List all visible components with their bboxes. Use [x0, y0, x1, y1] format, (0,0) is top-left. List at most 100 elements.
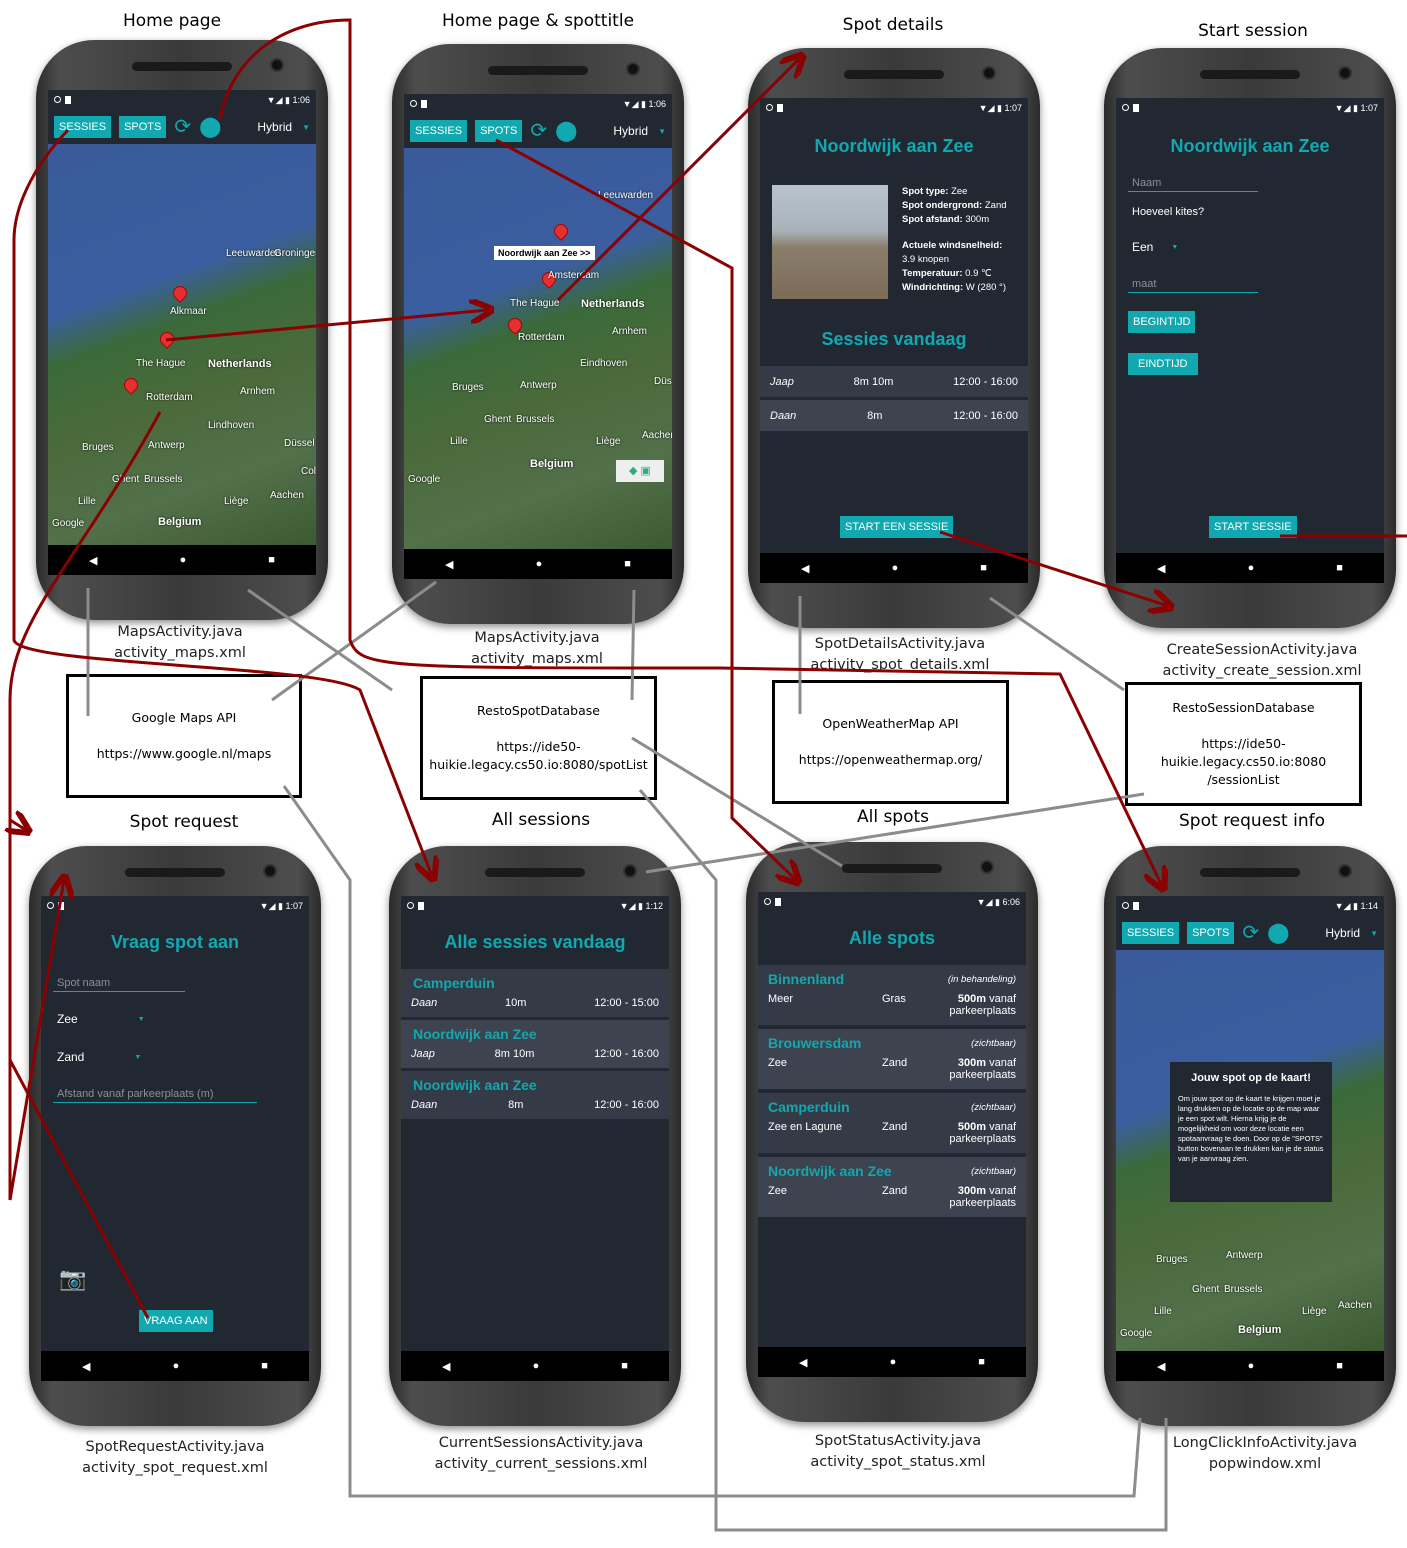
map-view[interactable]: Leeuwarden Noordwijk aan Zee >> Amsterda…	[404, 148, 672, 549]
map-type-select[interactable]: Hybrid ▼	[1325, 926, 1378, 940]
refresh-icon[interactable]: ⟳	[530, 121, 547, 141]
spot-name: Camperduin	[768, 1099, 850, 1115]
recents-icon[interactable]: ■	[621, 1360, 628, 1372]
phone-request-info: ▼◢ ▮ 1:14 SESSIES SPOTS ⟳ ⬤ Hybrid ▼ Brug…	[1104, 846, 1396, 1426]
session-card[interactable]: Camperduin Daan 10m 12:00 - 15:00	[401, 969, 669, 1017]
home-icon[interactable]: ●	[536, 558, 543, 570]
title-all-spots: All spots	[856, 807, 930, 827]
info-popup[interactable]: Jouw spot op de kaart! Om jouw spot op d…	[1170, 1062, 1332, 1202]
recents-icon[interactable]: ■	[268, 554, 275, 566]
spot-card[interactable]: Binnenland (in behandeling) Meer Gras 500m v…	[758, 965, 1026, 1025]
phone-spots: ▼◢ ▮ 6:06 Alle spots Binnenland (in behan…	[746, 842, 1038, 1422]
spots-button[interactable]: SPOTS	[1187, 922, 1235, 944]
recents-icon[interactable]: ■	[980, 562, 987, 574]
title-home: Home page	[122, 11, 222, 31]
session-row[interactable]: Jaap 8m 10m 12:00 - 16:00	[760, 366, 1028, 397]
spot-card[interactable]: Camperduin (zichtbaar) Zee en Lagune Zand 50…	[758, 1093, 1026, 1153]
back-icon[interactable]: ◀	[1157, 562, 1165, 575]
spot-type-select[interactable]: Zee ▼	[57, 1012, 309, 1026]
back-icon[interactable]: ◀	[442, 1360, 450, 1373]
home-icon[interactable]: ●	[892, 562, 899, 574]
add-location-icon[interactable]: ⬤	[555, 121, 577, 141]
map-view[interactable]: Leeuwarden Groningen Alkmaar Netherlands…	[48, 144, 316, 545]
spot-pin[interactable]	[121, 375, 141, 395]
add-photo-icon[interactable]: 📷	[59, 1266, 86, 1292]
nav-bar: ◀ ● ■	[758, 1347, 1026, 1377]
files-details: SpotDetailsActivity.java activity_spot_de…	[810, 636, 990, 673]
spot-status: (zichtbaar)	[971, 1101, 1016, 1113]
spot-pin[interactable]	[551, 221, 571, 241]
begin-time-button[interactable]: Begintijd	[1128, 311, 1196, 333]
title-home-spot: Home page & spottitle	[441, 11, 635, 31]
start-session-button[interactable]: START EEN SESSIE	[840, 516, 954, 538]
home-icon[interactable]: ●	[890, 1356, 897, 1368]
home-icon[interactable]: ●	[180, 554, 187, 566]
phone-request: ▼◢ ▮ 1:07 Vraag spot aan Spot naam Zee ▼ …	[29, 846, 321, 1426]
distance-field[interactable]: Afstand vanaf parkeerplaats (m)	[53, 1086, 257, 1103]
recents-icon[interactable]: ■	[1336, 1360, 1343, 1372]
back-icon[interactable]: ◀	[82, 1360, 90, 1373]
popup-title: Jouw spot op de kaart!	[1191, 1072, 1311, 1084]
home-icon[interactable]: ●	[533, 1360, 540, 1372]
back-icon[interactable]: ◀	[801, 562, 809, 575]
name-field[interactable]: Naam	[1128, 175, 1258, 192]
sessies-button[interactable]: SESSIES	[410, 120, 468, 142]
home-icon[interactable]: ●	[1248, 1360, 1255, 1372]
home-icon[interactable]: ●	[1248, 562, 1255, 574]
spot-list: Binnenland (in behandeling) Meer Gras 500m v…	[758, 965, 1026, 1217]
spot-type: Zee en Lagune	[768, 1121, 843, 1133]
back-icon[interactable]: ◀	[799, 1356, 807, 1369]
map-type-select[interactable]: Hybrid ▼	[613, 124, 666, 138]
phone-home: ▼◢ ▮ 1:06 SESSIES SPOTS ⟳ ⬤ Hybrid ▼ Leeu…	[36, 40, 328, 620]
spots-button[interactable]: SPOTS	[119, 116, 167, 138]
home-icon[interactable]: ●	[173, 1360, 180, 1372]
session-row[interactable]: Daan 8m 12:00 - 16:00	[760, 400, 1028, 431]
request-button[interactable]: VRAAG AAN	[139, 1310, 213, 1332]
title-request-info: Spot request info	[1179, 811, 1325, 831]
recents-icon[interactable]: ■	[624, 558, 631, 570]
spot-distance: 500m	[957, 1121, 987, 1133]
spot-distance: 300m	[957, 1057, 987, 1069]
screen-home-spot: ▼◢ ▮ 1:06 SESSIES SPOTS ⟳ ⬤ Hybrid ▼ Leeu…	[404, 94, 672, 549]
back-icon[interactable]: ◀	[1157, 1360, 1165, 1373]
kites-select[interactable]: Een ▼	[1132, 240, 1384, 254]
recents-icon[interactable]: ■	[1336, 562, 1343, 574]
phone-details: ▼◢ ▮ 1:07 Noordwijk aan Zee Spot type: Z…	[748, 48, 1040, 628]
spot-pin[interactable]	[170, 283, 190, 303]
spot-card[interactable]: Brouwersdam (zichtbaar) Zee Zand 300m vanaf p…	[758, 1029, 1026, 1089]
add-location-icon[interactable]: ⬤	[199, 117, 221, 137]
spot-photo	[772, 185, 888, 299]
session-card[interactable]: Noordwijk aan Zee Daan 8m 12:00 - 16:00	[401, 1071, 669, 1119]
spot-ground: Zand	[882, 1057, 908, 1069]
add-location-icon[interactable]: ⬤	[1267, 923, 1289, 943]
recents-icon[interactable]: ■	[261, 1360, 268, 1372]
size-field[interactable]: maat	[1128, 276, 1258, 293]
spot-title-tooltip[interactable]: Noordwijk aan Zee >>	[494, 246, 595, 260]
back-icon[interactable]: ◀	[89, 554, 97, 567]
end-time-button[interactable]: Eindtijd	[1128, 353, 1198, 375]
start-session-button[interactable]: START SESSIE	[1209, 516, 1297, 538]
phone-sessions: ▼◢ ▮ 1:12 Alle sessies vandaag Camperdui…	[389, 846, 681, 1426]
spot-card[interactable]: Noordwijk aan Zee (zichtbaar) Zee Zand 300m …	[758, 1157, 1026, 1217]
spots-button[interactable]: SPOTS	[475, 120, 523, 142]
sessies-button[interactable]: SESSIES	[54, 116, 112, 138]
files-home-spot: MapsActivity.java activity_maps.xml	[471, 630, 603, 667]
spot-ground-select[interactable]: Zand ▼	[57, 1050, 309, 1064]
spot-pin[interactable]	[157, 329, 177, 349]
sessions-title: Alle sessies vandaag	[444, 932, 626, 952]
refresh-icon[interactable]: ⟳	[1242, 923, 1259, 943]
sessies-button[interactable]: SESSIES	[1122, 922, 1180, 944]
spot-ground: Zand	[882, 1121, 908, 1133]
recents-icon[interactable]: ■	[978, 1356, 985, 1368]
refresh-icon[interactable]: ⟳	[174, 117, 191, 137]
back-icon[interactable]: ◀	[445, 558, 453, 571]
spot-title: Noordwijk aan Zee	[814, 136, 974, 156]
spot-type: Zee	[768, 1185, 787, 1197]
directions-icon[interactable]: ◆ ▣	[616, 460, 664, 482]
map-type-select[interactable]: Hybrid ▼	[257, 120, 310, 134]
session-card[interactable]: Noordwijk aan Zee Jaap 8m 10m 12:00 - 16:0…	[401, 1020, 669, 1068]
screen-details: ▼◢ ▮ 1:07 Noordwijk aan Zee Spot type: Z…	[760, 98, 1028, 553]
sessions-today-heading: Sessies vandaag	[821, 329, 967, 349]
files-request: SpotRequestActivity.java activity_spot_re…	[82, 1439, 268, 1476]
spot-name-field[interactable]: Spot naam	[53, 975, 185, 992]
